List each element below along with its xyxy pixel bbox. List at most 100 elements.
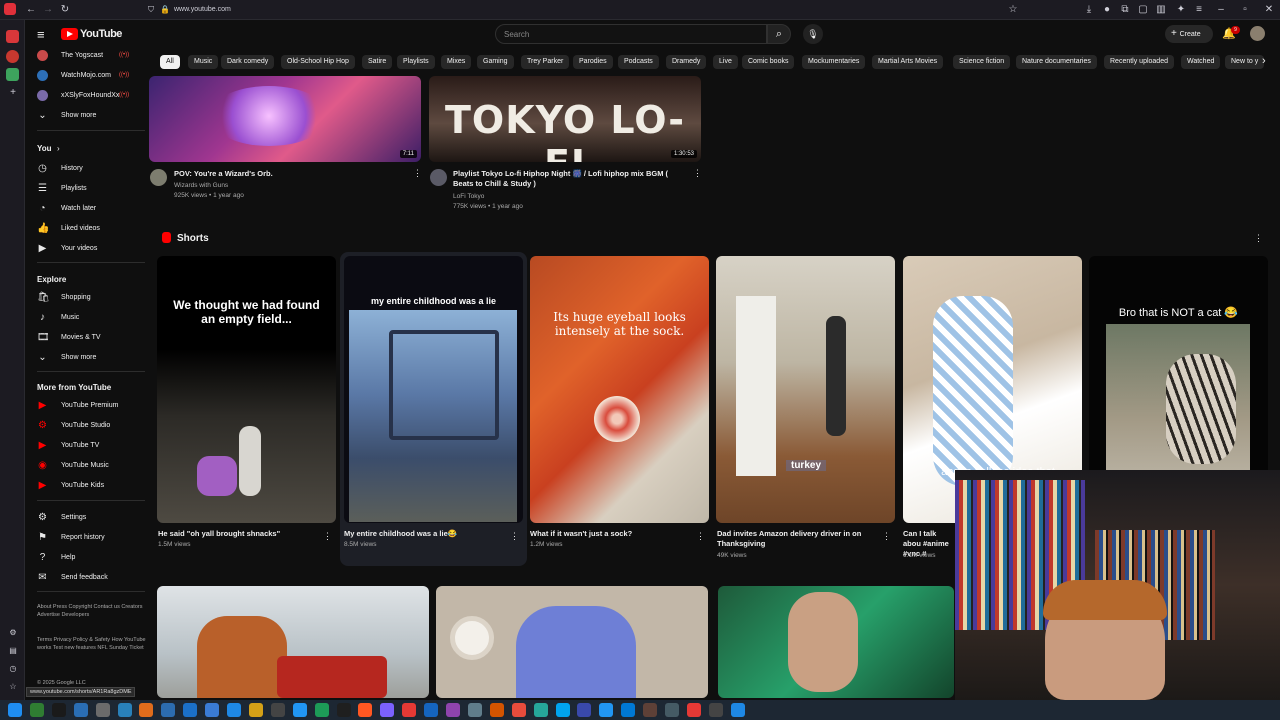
chip-live[interactable]: Live	[713, 55, 738, 69]
tab-icon[interactable]	[6, 68, 19, 81]
footer-links[interactable]: Terms Privacy Policy & Safety How YouTub…	[37, 636, 147, 652]
sidebar-item-music[interactable]: ♪ Music	[25, 308, 145, 326]
short-title[interactable]: My entire childhood was a lie😂	[344, 529, 509, 539]
avatar[interactable]	[1250, 26, 1265, 41]
app-icon[interactable]	[358, 703, 373, 717]
app-icon[interactable]	[686, 703, 701, 717]
chip-dramedy[interactable]: Dramedy	[666, 55, 707, 69]
app-icon[interactable]	[73, 703, 88, 717]
sidebar-item-youtube-tv[interactable]: ▶ YouTube TV	[25, 436, 145, 454]
star-icon[interactable]: ☆	[6, 680, 20, 694]
app-icon[interactable]	[446, 703, 460, 717]
channel-avatar[interactable]	[430, 169, 447, 186]
you-section-header[interactable]: You ›	[25, 139, 145, 157]
history-icon[interactable]: ◷	[6, 662, 20, 676]
more-options-icon[interactable]: ⋮	[413, 168, 422, 179]
forward-icon[interactable]: →	[41, 3, 55, 17]
chip-gaming[interactable]: Gaming	[477, 55, 514, 69]
app-icon[interactable]	[665, 703, 679, 717]
short-title[interactable]: What if it wasn't just a sock?	[530, 529, 695, 539]
short-thumbnail[interactable]: my entire childhood was a lie	[344, 256, 523, 523]
back-icon[interactable]: ←	[24, 3, 38, 17]
chip-trey-parker[interactable]: Trey Parker	[521, 55, 570, 69]
terminal-icon[interactable]	[51, 703, 66, 717]
sidebar-item-youtube-music[interactable]: ◉ YouTube Music	[25, 456, 145, 474]
more-options-icon[interactable]: ⋮	[882, 531, 891, 542]
folder-icon[interactable]	[117, 703, 132, 717]
app-icon[interactable]	[227, 703, 241, 717]
app-icon[interactable]	[424, 703, 439, 717]
browser-tab-icon[interactable]	[4, 3, 16, 15]
chip-old-school-hip-hop[interactable]: Old-School Hip Hop	[281, 55, 355, 69]
channel-name[interactable]: LoFi Tokyo	[453, 192, 484, 202]
more-options-icon[interactable]: ⋮	[696, 531, 705, 542]
sidebar-item-liked-videos[interactable]: 👍 Liked videos	[25, 219, 145, 237]
chip-nature-documentaries[interactable]: Nature documentaries	[1016, 55, 1097, 69]
sidebar-item-your-videos[interactable]: ▶ Your videos	[25, 239, 145, 257]
sidebar-item-shopping[interactable]: 🛍 Shopping	[25, 288, 145, 306]
sidebar-item-playlists[interactable]: ☰ Playlists	[25, 179, 145, 197]
hamburger-menu-icon[interactable]: ≡	[37, 27, 45, 42]
chip-satire[interactable]: Satire	[362, 55, 393, 69]
download-icon[interactable]: ⤓	[1082, 3, 1096, 17]
app-icon[interactable]	[402, 703, 417, 717]
app-icon[interactable]	[95, 703, 110, 717]
voice-search-button[interactable]: 🎙	[803, 24, 823, 44]
new-tab-icon[interactable]: +	[6, 86, 20, 100]
sidebar-item-youtube-kids[interactable]: ▶ YouTube Kids	[25, 476, 145, 494]
app-icon[interactable]	[29, 703, 44, 717]
app-icon[interactable]	[708, 703, 723, 717]
sidebar-item-history[interactable]: ◷ History	[25, 159, 145, 177]
create-button[interactable]: + Create	[1165, 25, 1213, 43]
chip-all[interactable]: All	[160, 55, 180, 69]
video-thumbnail[interactable]	[436, 586, 708, 698]
sidebar-toggle-icon[interactable]: ▥	[1154, 3, 1168, 17]
chevron-right-icon[interactable]: ›	[1262, 55, 1266, 67]
more-options-icon[interactable]: ⋮	[323, 531, 332, 542]
footer-links[interactable]: About Press Copyright Contact us Creator…	[37, 603, 147, 619]
sidebar-item-watch-later[interactable]: ◔ Watch later	[25, 199, 145, 217]
chip-playlists[interactable]: Playlists	[397, 55, 435, 69]
chip-recently-uploaded[interactable]: Recently uploaded	[1104, 55, 1174, 69]
app-icon[interactable]	[599, 703, 614, 717]
app-icon[interactable]	[533, 703, 548, 717]
app-icon[interactable]	[489, 703, 504, 717]
app-icon[interactable]	[336, 703, 351, 717]
sidebar-item-send-feedback[interactable]: ✉ Send feedback	[25, 568, 145, 586]
search-input[interactable]: Search	[495, 24, 767, 44]
chip-mockumentaries[interactable]: Mockumentaries	[802, 55, 866, 69]
youtube-logo-text[interactable]: YouTube	[80, 28, 122, 40]
sidebar-subscription[interactable]: The Yogscast ((•))	[25, 46, 145, 64]
chip-comic-books[interactable]: Comic books	[742, 55, 795, 69]
menu-icon[interactable]: ≡	[1192, 3, 1206, 17]
minimize-icon[interactable]: –	[1214, 3, 1228, 17]
bookmarks-icon[interactable]: ▤	[6, 644, 20, 658]
more-options-icon[interactable]: ⋮	[693, 168, 702, 179]
chip-martial-arts-movies[interactable]: Martial Arts Movies	[872, 55, 944, 69]
youtube-logo-icon[interactable]	[61, 28, 78, 40]
video-title[interactable]: POV: You're a Wizard's Orb.	[174, 169, 404, 179]
short-title[interactable]: Dad invites Amazon delivery driver in on…	[717, 529, 877, 549]
bookmark-star-icon[interactable]: ☆	[1006, 3, 1020, 17]
sidebar-item-youtube-premium[interactable]: ▶ YouTube Premium	[25, 396, 145, 414]
app-icon[interactable]	[292, 703, 307, 717]
sidebar-item-report-history[interactable]: ⚑ Report history	[25, 528, 145, 546]
app-icon[interactable]	[205, 703, 220, 717]
short-thumbnail[interactable]: Its huge eyeball looks intensely at the …	[530, 256, 709, 523]
app-icon[interactable]	[730, 703, 745, 717]
sidebar-item-settings[interactable]: ⚙ Settings	[25, 508, 145, 526]
video-thumbnail[interactable]: TOKYO LO-FI 1:30:53	[429, 76, 701, 162]
extensions-icon[interactable]: ⧉	[1118, 3, 1132, 17]
chip-mixes[interactable]: Mixes	[441, 55, 472, 69]
settings-icon[interactable]: ⚙	[6, 626, 20, 640]
sidebar-item-youtube-studio[interactable]: ⚙ YouTube Studio	[25, 416, 145, 434]
chip-dark-comedy[interactable]: Dark comedy	[221, 55, 275, 69]
windows-start-icon[interactable]	[8, 703, 22, 717]
short-thumbnail[interactable]: We thought we had found an empty field..…	[157, 256, 336, 523]
show-more-explore[interactable]: ⌄ Show more	[25, 348, 145, 366]
channel-avatar[interactable]	[150, 169, 167, 186]
channel-name[interactable]: Wizards with Guns	[174, 181, 228, 191]
chip-new-to-y[interactable]: New to y	[1225, 55, 1265, 69]
app-icon[interactable]	[555, 703, 570, 717]
app-icon[interactable]	[467, 703, 482, 717]
